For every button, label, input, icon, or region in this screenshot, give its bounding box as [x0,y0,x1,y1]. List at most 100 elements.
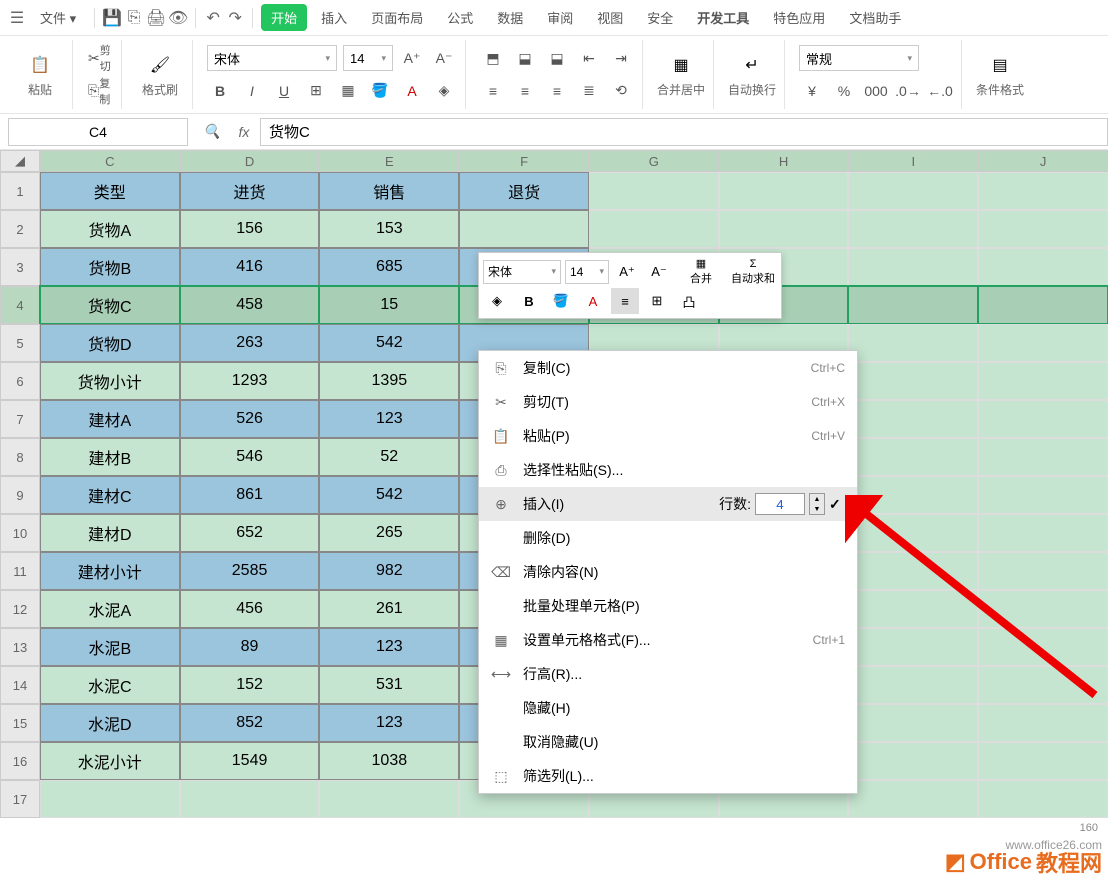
cell[interactable]: 货物A [40,210,180,248]
cell[interactable]: 263 [180,324,320,362]
cell[interactable]: 货物D [40,324,180,362]
cell[interactable] [848,628,978,666]
indent-increase-icon[interactable]: ⇥ [608,45,634,71]
save-icon[interactable]: 💾 [103,9,121,27]
cell[interactable]: 542 [319,324,459,362]
cell[interactable] [978,704,1108,742]
tab-layout[interactable]: 页面布局 [361,4,433,31]
cell[interactable] [978,210,1108,248]
row-number[interactable]: 5 [0,324,40,362]
cell[interactable]: 建材D [40,514,180,552]
row-number[interactable]: 7 [0,400,40,438]
cell[interactable] [848,362,978,400]
format-painter-button[interactable]: 🖌 格式刷 [136,42,184,107]
cell[interactable]: 水泥A [40,590,180,628]
ctx-delete[interactable]: 删除(D) [479,521,857,555]
cell[interactable]: 123 [319,628,459,666]
ctx-unhide[interactable]: 取消隐藏(U) [479,725,857,759]
align-top-icon[interactable]: ⬒ [480,45,506,71]
col-header-e[interactable]: E [319,150,459,172]
row-number[interactable]: 4 [0,286,40,324]
merge-button[interactable]: ▦ 合并居中 [657,42,705,107]
row-number[interactable]: 12 [0,590,40,628]
cell[interactable] [589,210,719,248]
cell[interactable] [719,172,849,210]
cell[interactable]: 类型 [40,172,180,210]
col-header-g[interactable]: G [589,150,719,172]
cell[interactable]: 1395 [319,362,459,400]
col-header-f[interactable]: F [459,150,589,172]
ctx-paste-special[interactable]: ⎙选择性粘贴(S)... [479,453,857,487]
cell[interactable] [978,324,1108,362]
cell[interactable] [978,476,1108,514]
ctx-format[interactable]: ▦设置单元格格式(F)...Ctrl+1 [479,623,857,657]
cell[interactable]: 546 [180,438,320,476]
wrap-button[interactable]: ↵ 自动换行 [728,42,776,107]
number-format-combo[interactable]: 常规▾ [799,45,919,71]
cell[interactable]: 526 [180,400,320,438]
select-all-corner[interactable]: ◢ [0,150,40,172]
cell[interactable]: 建材B [40,438,180,476]
mini-merge-button[interactable]: ▦合并 [677,257,725,286]
mini-font-color-icon[interactable]: A [579,288,607,314]
justify-icon[interactable]: ≣ [576,78,602,104]
tab-view[interactable]: 视图 [587,4,633,31]
table-row[interactable]: 1类型进货销售退货 [0,172,1108,210]
fill-color-button[interactable]: 🪣 [367,78,393,104]
tab-dev[interactable]: 开发工具 [687,4,759,31]
increase-font-icon[interactable]: A⁺ [399,45,425,71]
ctx-paste[interactable]: 📋粘贴(P)Ctrl+V [479,419,857,453]
cell[interactable]: 531 [319,666,459,704]
rows-spinner[interactable]: ▲▼ [809,493,825,515]
cell[interactable] [848,780,978,818]
indent-decrease-icon[interactable]: ⇤ [576,45,602,71]
tab-dochelp[interactable]: 文档助手 [839,4,911,31]
cell-style-button[interactable]: ▦ [335,78,361,104]
mini-clear-icon[interactable]: ◈ [483,288,511,314]
currency-icon[interactable]: ¥ [799,78,825,104]
cell[interactable]: 货物小计 [40,362,180,400]
cell[interactable] [848,324,978,362]
percent-icon[interactable]: % [831,78,857,104]
row-number[interactable]: 9 [0,476,40,514]
name-box[interactable]: C4 [8,118,188,146]
cell[interactable]: 15 [319,286,459,324]
row-number[interactable]: 15 [0,704,40,742]
cell[interactable] [589,172,719,210]
cell[interactable] [848,476,978,514]
print-icon[interactable]: 🖨 [147,9,165,27]
cell[interactable] [319,780,459,818]
cell[interactable] [978,286,1108,324]
mini-size-combo[interactable]: 14▾ [565,260,609,284]
cut-button[interactable]: ✂ 剪切 [87,45,113,71]
redo-icon[interactable]: ↷ [226,9,244,27]
mini-style-icon[interactable]: 凸 [675,288,703,314]
tab-review[interactable]: 审阅 [537,4,583,31]
orientation-icon[interactable]: ⟲ [608,78,634,104]
decrease-font-icon[interactable]: A⁻ [431,45,457,71]
cell[interactable]: 852 [180,704,320,742]
cell[interactable]: 152 [180,666,320,704]
mini-fill-icon[interactable]: 🪣 [547,288,575,314]
cell[interactable] [848,514,978,552]
cond-format-button[interactable]: ▤ 条件格式 [976,42,1024,107]
cell[interactable]: 退货 [459,172,589,210]
cell[interactable]: 542 [319,476,459,514]
row-number[interactable]: 13 [0,628,40,666]
cell[interactable] [848,172,978,210]
cell[interactable] [978,666,1108,704]
cell[interactable]: 2585 [180,552,320,590]
dec-decimal-icon[interactable]: ←.0 [927,78,953,104]
cell[interactable] [978,780,1108,818]
cell[interactable] [719,210,849,248]
cell[interactable]: 123 [319,704,459,742]
tab-security[interactable]: 安全 [637,4,683,31]
cell[interactable]: 652 [180,514,320,552]
ctx-batch[interactable]: 批量处理单元格(P) [479,589,857,623]
table-row[interactable]: 2货物A156153 [0,210,1108,248]
cell[interactable]: 水泥B [40,628,180,666]
cell[interactable]: 458 [180,286,320,324]
ctx-cut[interactable]: ✂剪切(T)Ctrl+X [479,385,857,419]
tab-data[interactable]: 数据 [487,4,533,31]
cell[interactable]: 156 [180,210,320,248]
